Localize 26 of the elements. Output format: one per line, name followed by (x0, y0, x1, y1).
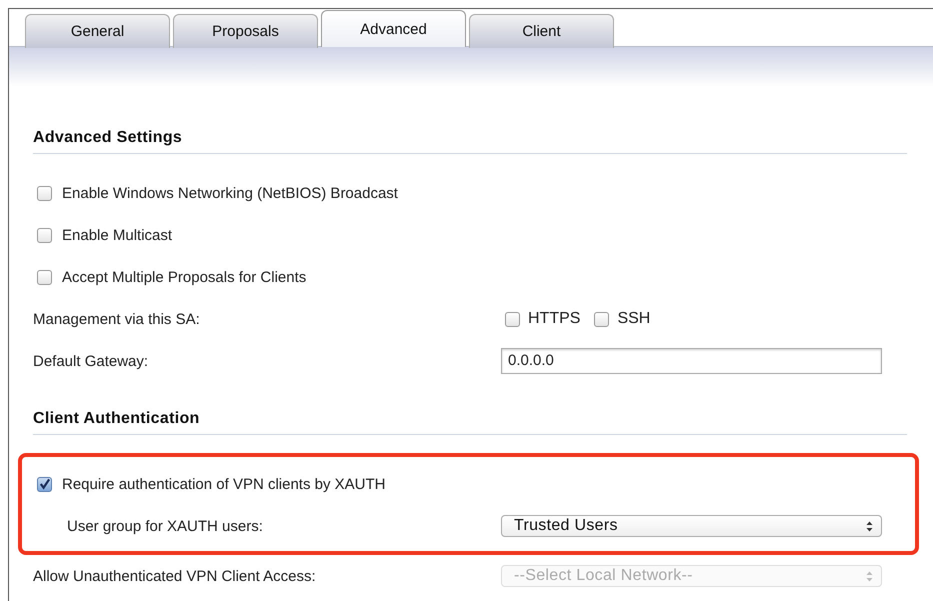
checkbox[interactable] (37, 186, 52, 200)
checkbox[interactable] (505, 312, 520, 326)
field-label: Default Gateway: (33, 352, 150, 370)
field-label: Management via this SA: (33, 310, 201, 328)
checkbox[interactable] (594, 312, 610, 326)
checkbox-label: Require authentication of VPN clients by XAUTH (62, 476, 386, 492)
checkbox-label: SSH (617, 310, 650, 328)
checkbox-label: HTTPS (528, 310, 580, 328)
gateway-field[interactable]: 0.0.0.0 (501, 348, 882, 374)
section-heading: Client Authentication (33, 410, 907, 435)
updown-icon (866, 520, 873, 532)
tab[interactable]: Proposals (173, 14, 318, 48)
field-label: Allow Unauthenticated VPN Client Access: (33, 568, 317, 584)
checkbox-label: Enable Multicast (62, 226, 172, 244)
checkbox[interactable] (37, 228, 52, 242)
tab[interactable]: General (25, 14, 170, 48)
checkbox[interactable] (37, 476, 52, 492)
field-label: User group for XAUTH users: (67, 518, 264, 534)
updown-icon (866, 570, 873, 582)
dropdown[interactable]: Trusted Users (501, 515, 882, 537)
checkbox-label: Enable Windows Networking (NetBIOS) Broadcast (62, 184, 398, 202)
tab[interactable]: Advanced (321, 10, 466, 47)
tab[interactable]: Client (469, 14, 614, 48)
checkbox-label: Accept Multiple Proposals for Clients (62, 268, 306, 286)
checkbox[interactable] (37, 270, 52, 284)
section-heading: Advanced Settings (33, 129, 907, 154)
